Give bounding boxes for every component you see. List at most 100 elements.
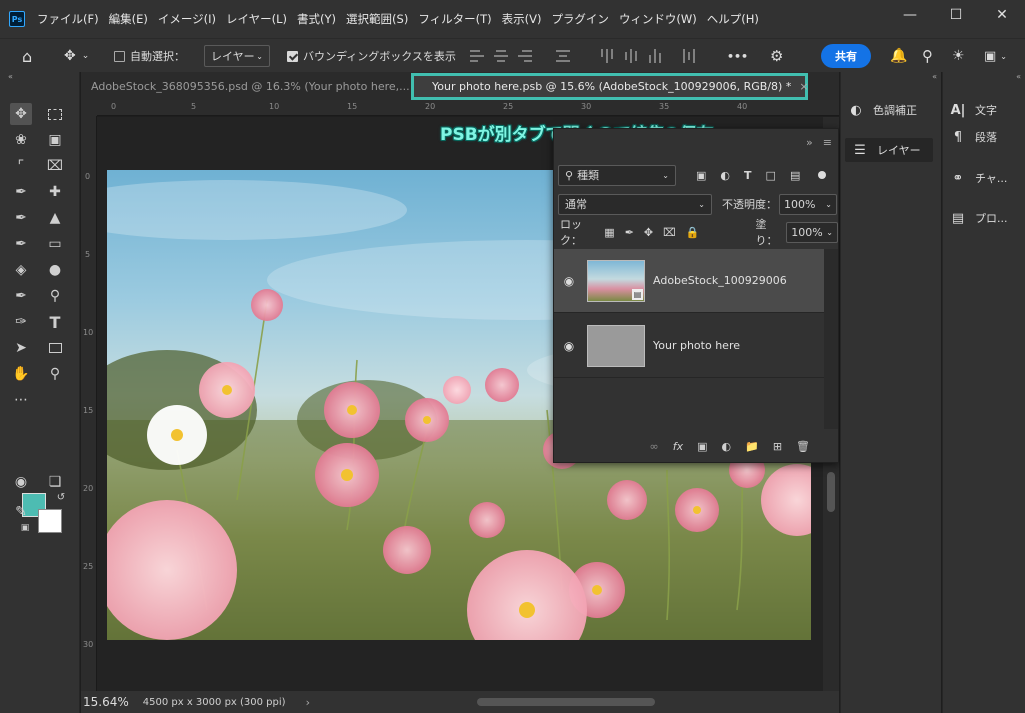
scrollbar-thumb[interactable] — [827, 472, 835, 512]
filter-pixel-icon[interactable]: ▣ — [696, 169, 706, 182]
auto-select-checkbox[interactable] — [114, 50, 125, 62]
collapse-dock-icon[interactable]: « — [943, 72, 1025, 84]
home-icon[interactable]: ⌂ — [22, 39, 32, 73]
align-middle-icon[interactable] — [624, 39, 638, 73]
bounding-box-checkbox[interactable] — [287, 50, 298, 62]
healing-brush-tool-icon[interactable]: ✚ — [44, 181, 66, 203]
distribute-icon[interactable] — [682, 39, 696, 73]
menu-plugins[interactable]: プラグイン — [551, 11, 609, 27]
frame-tool-icon[interactable]: ⌧ — [44, 155, 66, 177]
stamp-tool-icon[interactable]: ▲ — [44, 207, 66, 229]
layer-row[interactable]: ◉ ▤ AdobeStock_100929006 — [554, 249, 824, 313]
crop-tool-icon[interactable]: ⌜ — [10, 155, 32, 177]
close-icon[interactable]: × — [799, 80, 808, 93]
filter-toggle-icon[interactable] — [818, 171, 827, 179]
add-mask-icon[interactable]: ▣ — [697, 440, 707, 453]
menu-type[interactable]: 書式(Y) — [297, 11, 336, 27]
tab-document-1[interactable]: AdobeStock_368095356.psd @ 16.3% (Your p… — [81, 72, 437, 100]
move-tool-preset-icon[interactable]: ✥ ⌄ — [64, 39, 89, 73]
trash-icon[interactable]: 🗑 — [796, 440, 810, 453]
collapse-dock-icon[interactable]: « — [841, 72, 941, 84]
gear-icon[interactable]: ⚙ — [770, 39, 783, 73]
bounding-box-option[interactable]: バウンディングボックスを表示 — [287, 39, 456, 73]
document-info[interactable]: 4500 px x 3000 px (300 ppi) — [143, 697, 286, 708]
history-brush-tool-icon[interactable]: ✒ — [10, 233, 32, 255]
menu-edit[interactable]: 編集(E) — [109, 11, 148, 27]
object-selection-tool-icon[interactable]: ▣ — [44, 129, 66, 151]
share-button[interactable]: 共有 — [821, 44, 871, 68]
ruler-horizontal[interactable]: 0 5 10 15 20 25 30 35 40 — [97, 100, 839, 116]
menu-image[interactable]: イメージ(I) — [158, 11, 216, 27]
dock-properties[interactable]: ▤ プロ... — [949, 207, 1008, 229]
dodge-tool-icon[interactable]: ✒ — [10, 285, 32, 307]
pen-tool-icon[interactable]: ✑ — [10, 311, 32, 333]
path-selection-tool-icon[interactable]: ➤ — [10, 337, 32, 359]
menu-layer[interactable]: レイヤー(L) — [226, 11, 287, 27]
bell-icon[interactable]: 🔔 — [890, 39, 907, 73]
lock-all-icon[interactable]: 🔒 — [686, 226, 700, 239]
quick-selection-tool-icon[interactable]: ❀ — [10, 129, 32, 151]
generative-fill-icon[interactable]: ✎ — [10, 501, 32, 523]
auto-select-option[interactable]: 自動選択： — [114, 39, 185, 73]
maximize-icon[interactable]: ☐ — [933, 0, 979, 30]
collapse-toolbar-icon[interactable]: « — [0, 72, 79, 84]
background-color-swatch[interactable] — [38, 509, 62, 533]
ruler-vertical[interactable]: 0 5 10 15 20 25 30 — [81, 116, 97, 691]
move-tool-icon[interactable]: ✥ — [10, 103, 32, 125]
link-layers-icon[interactable]: ∞ — [650, 440, 659, 453]
menu-filter[interactable]: フィルター(T) — [418, 11, 491, 27]
menu-window[interactable]: ウィンドウ(W) — [619, 11, 697, 27]
eye-icon[interactable]: ◉ — [554, 339, 584, 353]
align-bottom-icon[interactable] — [648, 39, 662, 73]
rectangle-tool-icon[interactable] — [44, 337, 66, 359]
paint-bucket-tool-icon[interactable]: ◈ — [10, 259, 32, 281]
eraser-tool-icon[interactable]: ▭ — [44, 233, 66, 255]
dock-channels[interactable]: ⚭ チャ... — [949, 167, 1008, 189]
more-options-button[interactable]: ••• — [727, 39, 748, 73]
marquee-tool-icon[interactable] — [44, 103, 66, 125]
adjustment-layer-icon[interactable]: ◐ — [722, 440, 732, 453]
dock-adjustments[interactable]: ◐ 色調補正 — [847, 99, 917, 121]
hand-tool-icon[interactable]: ✋ — [10, 363, 32, 385]
chevron-right-icon[interactable]: › — [306, 696, 310, 709]
edit-toolbar-icon[interactable]: ⋯ — [10, 389, 32, 411]
close-window-icon[interactable]: ✕ — [979, 0, 1025, 30]
lock-transparent-icon[interactable]: ▦ — [604, 226, 614, 239]
blend-mode-dropdown[interactable]: 通常 ⌄ — [558, 193, 712, 215]
quick-mask-icon[interactable]: ◉ — [10, 471, 32, 493]
layer-filter-dropdown[interactable]: ⚲ 種類 ⌄ — [558, 164, 676, 186]
auto-select-target-dropdown[interactable]: レイヤー ⌄ — [204, 45, 270, 67]
panel-expand-icon[interactable]: » — [806, 136, 813, 149]
menu-select[interactable]: 選択範囲(S) — [346, 11, 408, 27]
minimize-icon[interactable]: — — [887, 0, 933, 30]
align-top-icon[interactable] — [600, 39, 614, 73]
workspace-icon[interactable]: ▣ ⌄ — [984, 39, 1007, 73]
eye-icon[interactable]: ◉ — [554, 274, 584, 288]
horizontal-scrollbar-thumb[interactable] — [477, 698, 655, 706]
menu-help[interactable]: ヘルプ(H) — [707, 11, 759, 27]
brush-tool-icon[interactable]: ✒ — [10, 207, 32, 229]
lightbulb-icon[interactable]: ☀ — [952, 39, 965, 73]
fill-input[interactable]: 100% ⌄ — [786, 221, 838, 243]
layers-scrollbar[interactable] — [824, 249, 838, 429]
tab-document-2[interactable]: Your photo here.psb @ 15.6% (AdobeStock_… — [411, 73, 809, 100]
panel-menu-icon[interactable]: ≡ — [823, 136, 832, 149]
menu-view[interactable]: 表示(V) — [502, 11, 542, 27]
lock-image-icon[interactable]: ✒ — [625, 226, 634, 239]
eyedropper-tool-icon[interactable]: ✒ — [10, 181, 32, 203]
filter-type-icon[interactable]: T — [744, 169, 752, 182]
dock-character[interactable]: A| 文字 — [949, 99, 997, 121]
opacity-input[interactable]: 100% ⌄ — [779, 193, 837, 215]
align-right-icon[interactable] — [518, 39, 532, 73]
filter-adjustment-icon[interactable]: ◐ — [720, 169, 730, 182]
blur-tool-icon[interactable]: ● — [44, 259, 66, 281]
screen-mode-icon[interactable]: ❏ — [44, 471, 66, 493]
ruler-origin[interactable] — [81, 100, 97, 116]
dock-paragraph[interactable]: ¶ 段落 — [949, 126, 997, 148]
layer-row[interactable]: ◉ Your photo here — [554, 314, 824, 378]
type-tool-icon[interactable]: T — [44, 311, 66, 333]
zoom-dodge-tool-icon[interactable]: ⚲ — [44, 285, 66, 307]
align-center-icon[interactable] — [494, 39, 508, 73]
menu-file[interactable]: ファイル(F) — [37, 11, 99, 27]
layer-style-icon[interactable]: fx — [673, 440, 683, 453]
